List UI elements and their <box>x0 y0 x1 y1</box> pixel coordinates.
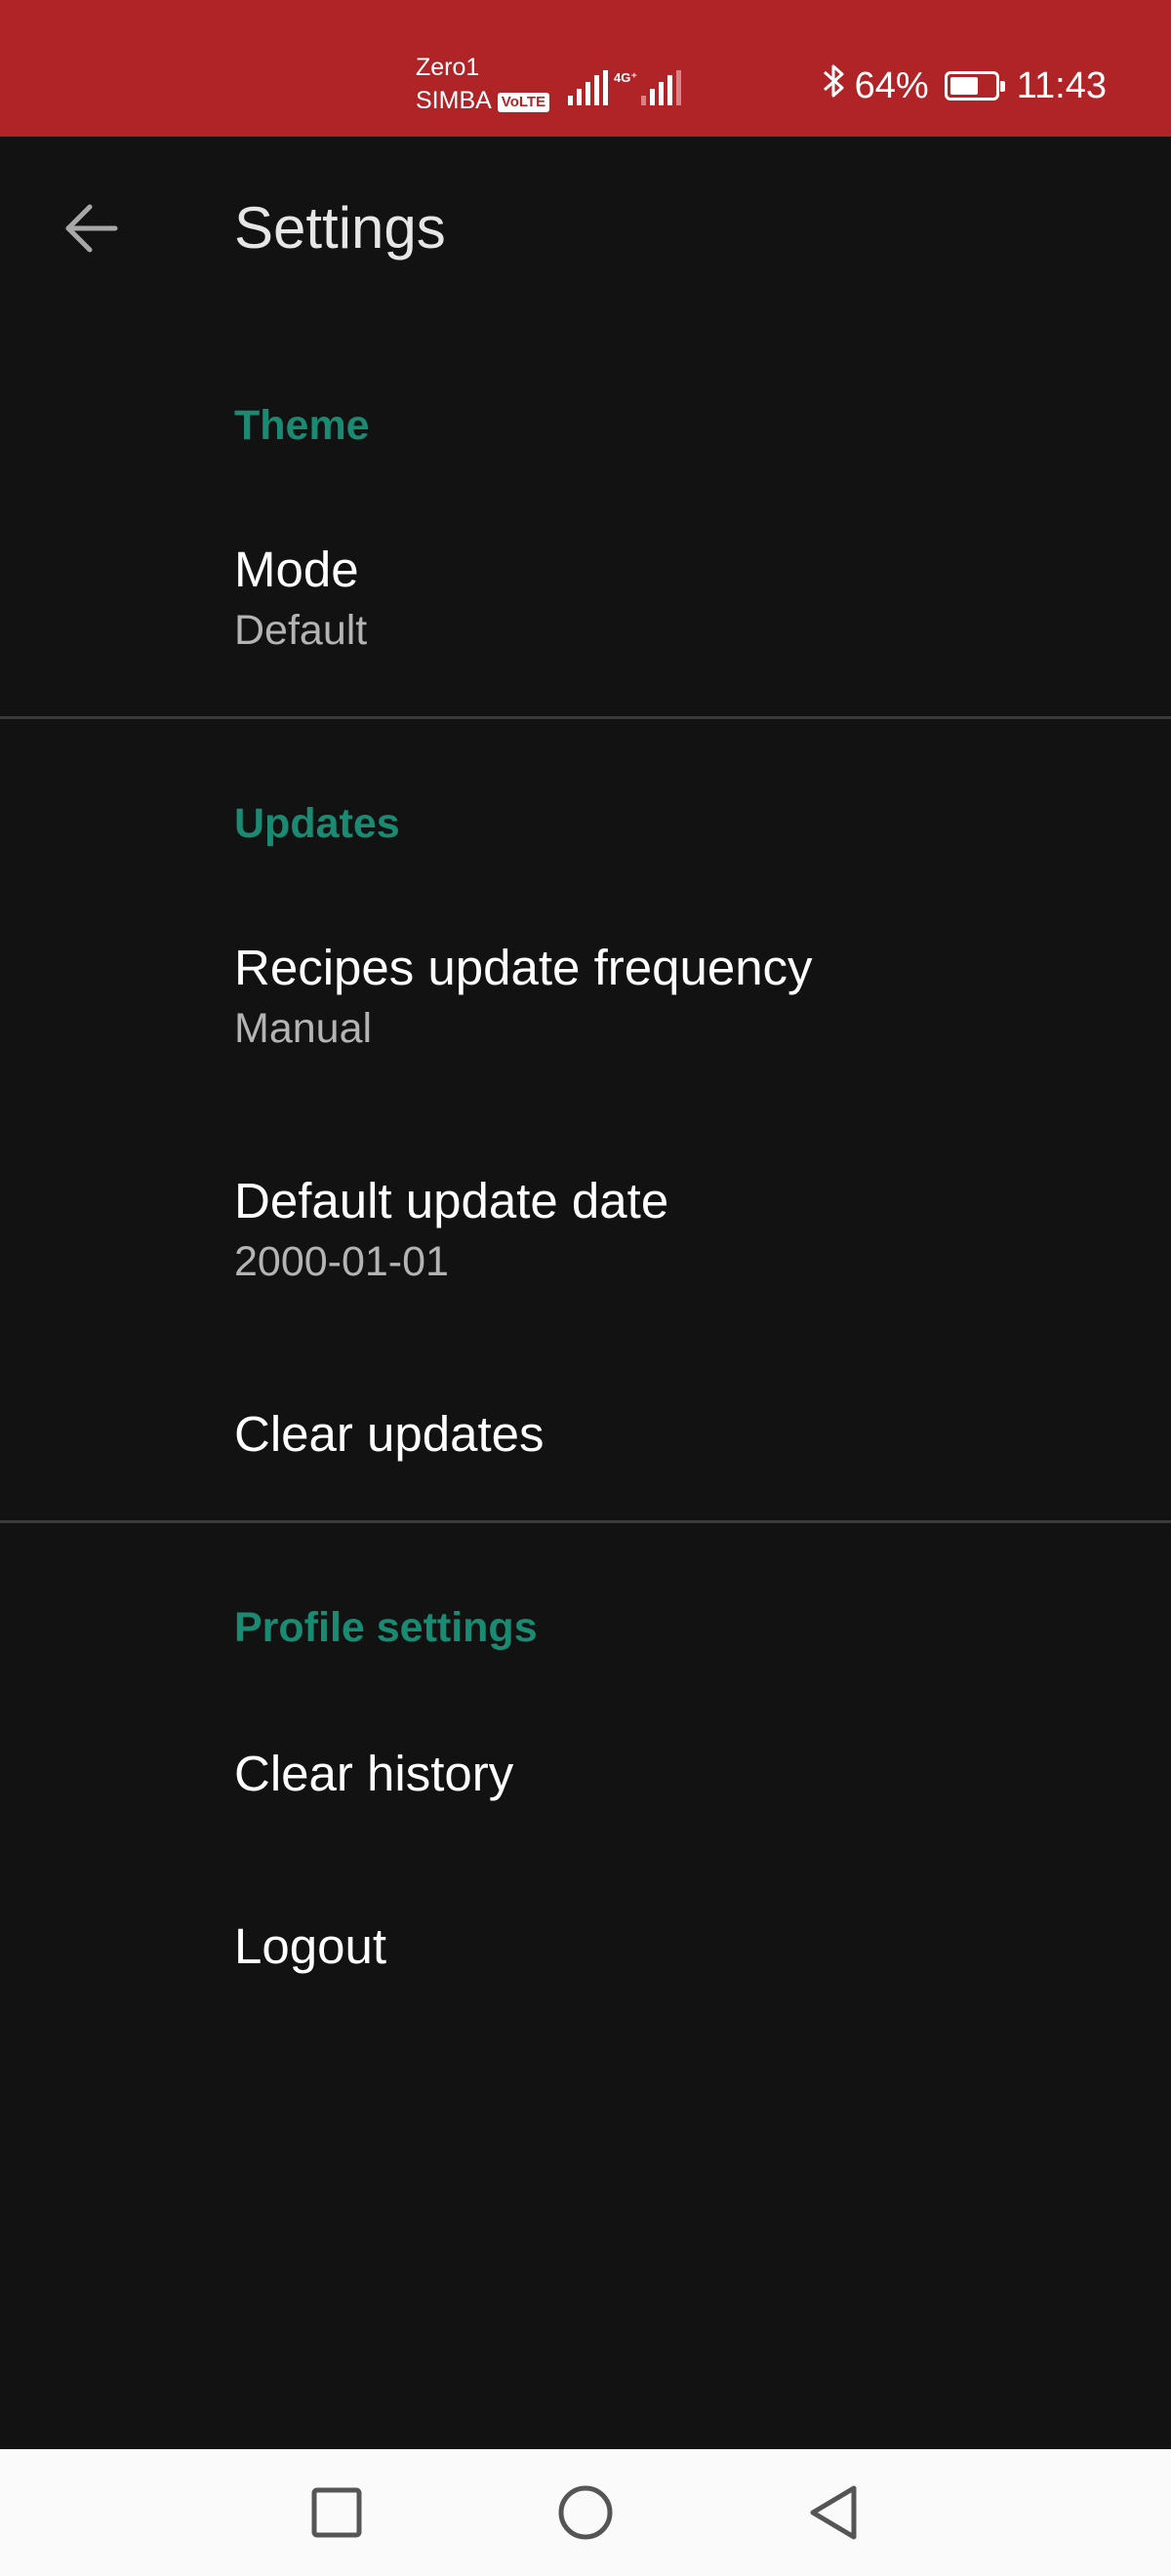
home-button[interactable] <box>546 2474 625 2552</box>
pref-default-update-date-summary: 2000-01-01 <box>234 1238 449 1285</box>
page-title: Settings <box>234 195 446 261</box>
section-header-updates: Updates <box>234 800 400 847</box>
battery-icon <box>944 71 1005 101</box>
back-icon <box>810 2485 857 2540</box>
pref-update-frequency[interactable]: Recipes update frequency Manual <box>0 938 1171 1055</box>
section-header-profile: Profile settings <box>234 1604 538 1651</box>
carrier-2: SIMBA <box>416 87 492 114</box>
pref-update-frequency-summary: Manual <box>234 1005 373 1052</box>
pref-mode-summary: Default <box>234 607 368 654</box>
carrier-info: Zero1 SIMBA VoLTE <box>416 51 550 117</box>
signal-group: 4G⁺ <box>568 62 682 105</box>
clock: 11:43 <box>1016 64 1107 106</box>
pref-logout[interactable]: Logout <box>0 1916 1171 1977</box>
bluetooth-icon <box>822 61 845 110</box>
pref-logout-title: Logout <box>234 1918 386 1974</box>
home-icon <box>558 2485 613 2540</box>
section-divider <box>0 1520 1171 1523</box>
nav-back-button[interactable] <box>795 2474 873 2552</box>
recent-apps-button[interactable] <box>298 2474 376 2552</box>
section-divider <box>0 716 1171 719</box>
status-right: 64% 11:43 <box>822 64 1107 107</box>
signal-1-icon <box>568 70 608 105</box>
pref-default-update-date-title: Default update date <box>234 1173 669 1228</box>
status-bar: Zero1 SIMBA VoLTE 4G⁺ 64% 11:43 <box>0 0 1171 137</box>
battery-percent: 64% <box>854 64 929 106</box>
battery-fill <box>949 77 978 95</box>
pref-clear-updates[interactable]: Clear updates <box>0 1404 1171 1465</box>
arrow-back-icon <box>65 204 118 253</box>
volte-badge: VoLTE <box>497 92 550 112</box>
pref-mode[interactable]: Mode Default <box>0 540 1171 657</box>
pref-default-update-date[interactable]: Default update date 2000-01-01 <box>0 1171 1171 1288</box>
network-type-label: 4G⁺ <box>614 70 638 85</box>
back-button[interactable] <box>51 187 133 269</box>
recent-apps-icon <box>311 2487 362 2538</box>
signal-2-icon <box>641 70 682 105</box>
pref-clear-history[interactable]: Clear history <box>0 1744 1171 1804</box>
carrier-1: Zero1 <box>416 54 480 81</box>
toolbar: Settings <box>0 137 1171 328</box>
pref-clear-history-title: Clear history <box>234 1746 514 1801</box>
section-header-theme: Theme <box>234 402 370 449</box>
pref-clear-updates-title: Clear updates <box>234 1406 545 1462</box>
pref-mode-title: Mode <box>234 542 359 597</box>
pref-update-frequency-title: Recipes update frequency <box>234 940 813 995</box>
system-nav-bar <box>0 2449 1171 2576</box>
